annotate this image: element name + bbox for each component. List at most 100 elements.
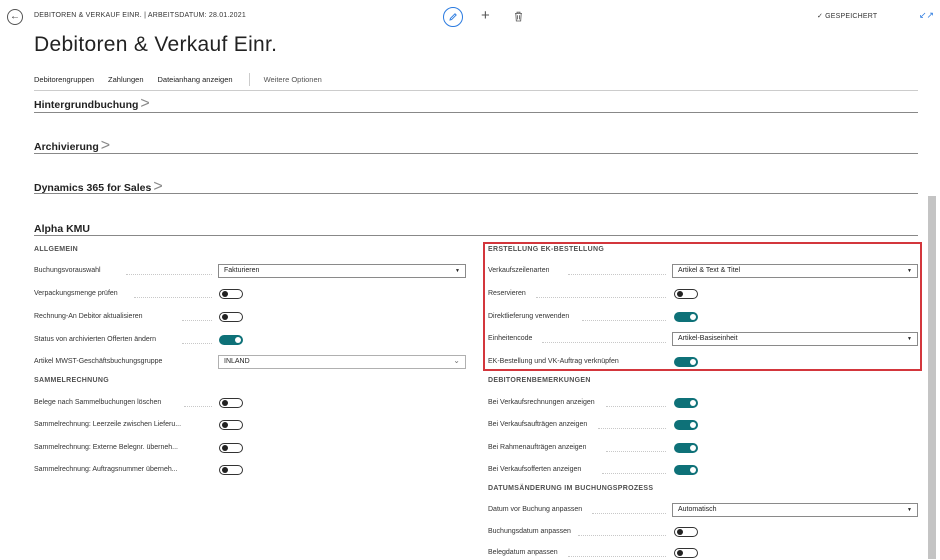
field-verpackungsmenge-pruefen: Verpackungsmenge prüfen (34, 287, 466, 301)
rechnung-an-toggle[interactable] (219, 312, 243, 322)
datum-vor-buchung-select[interactable]: Automatisch ▼ (672, 503, 918, 517)
field-label: Verpackungsmenge prüfen (34, 290, 118, 297)
field-verkaufsrechnungen: Bei Verkaufsrechnungen anzeigen (488, 396, 918, 410)
collapse-icon[interactable]: ↙↗ (919, 10, 934, 21)
group-title-sammelrechnung: SAMMELRECHNUNG (34, 377, 109, 384)
buchungsvorauswahl-select[interactable]: Fakturieren ▼ (218, 264, 466, 278)
fasttab-divider (34, 153, 918, 154)
toggle-knob (690, 467, 696, 473)
select-value: Automatisch (678, 506, 717, 513)
rahmenauftraegen-toggle[interactable] (674, 443, 698, 453)
chevron-right-icon: > (100, 137, 111, 154)
chevron-down-icon: ⌄ (453, 356, 460, 365)
verkaufsauftraegen-toggle[interactable] (674, 420, 698, 430)
dotted-leader (184, 405, 212, 407)
fasttab-divider (34, 193, 918, 194)
fasttab-title: Archivierung (34, 141, 99, 153)
field-label: Bei Rahmenaufträgen anzeigen (488, 444, 587, 451)
field-label: Belege nach Sammelbuchungen löschen (34, 399, 162, 406)
fasttab-hintergrundbuchung[interactable]: Hintergrundbuchung > (34, 95, 918, 113)
field-label: Datum vor Buchung anpassen (488, 506, 583, 513)
toggle-knob (677, 550, 683, 556)
verpackungsmenge-toggle[interactable] (219, 289, 243, 299)
action-separator (248, 72, 250, 86)
breadcrumb: DEBITOREN & VERKAUF EINR. | ARBEITSDATUM… (34, 12, 246, 19)
dotted-leader (606, 450, 666, 452)
top-bar: ← DEBITOREN & VERKAUF EINR. | ARBEITSDAT… (0, 0, 940, 32)
dotted-leader (126, 273, 212, 275)
dotted-leader (568, 555, 666, 557)
group-title-allgemein: ALLGEMEIN (34, 246, 78, 253)
field-buchungsdatum-anpassen: Buchungsdatum anpassen (488, 525, 918, 539)
fasttab-title: Alpha KMU (34, 223, 90, 235)
toggle-knob (222, 422, 228, 428)
check-icon: ✓ (817, 13, 824, 20)
group-title-debitorenbemerkungen: DEBITORENBEMERKUNGEN (488, 377, 591, 384)
externe-belegnr-toggle[interactable] (219, 443, 243, 453)
verkaufsrechnungen-toggle[interactable] (674, 398, 698, 408)
buchungsdatum-toggle[interactable] (674, 527, 698, 537)
belege-loeschen-toggle[interactable] (219, 398, 243, 408)
field-buchungsvorauswahl: Buchungsvorauswahl Fakturieren ▼ (34, 264, 466, 278)
field-artikel-mwst: Artikel MWST-Geschäftsbuchungsgruppe INL… (34, 355, 466, 369)
fasttab-alpha-kmu[interactable]: Alpha KMU (34, 219, 918, 237)
vertical-scrollbar[interactable] (928, 196, 936, 559)
dotted-leader (592, 512, 666, 514)
toggle-knob (222, 400, 228, 406)
back-arrow-icon[interactable]: ← (7, 9, 23, 25)
edit-pencil-icon[interactable] (443, 7, 463, 27)
dotted-leader (182, 342, 212, 344)
action-weitere-optionen[interactable]: Weitere Optionen (264, 75, 322, 84)
toggle-knob (222, 291, 228, 297)
verkaufsofferten-toggle[interactable] (674, 465, 698, 475)
field-rechnung-an-debitor: Rechnung-An Debitor aktualisieren (34, 310, 466, 324)
field-status-archivierte-offerten: Status von archivierten Offerten ändern (34, 333, 466, 347)
chevron-right-icon: > (140, 95, 150, 112)
status-offerten-toggle[interactable] (219, 335, 243, 345)
field-label: Bei Verkaufsrechnungen anzeigen (488, 399, 595, 406)
toggle-knob (222, 467, 228, 473)
action-zahlungen[interactable]: Zahlungen (108, 75, 143, 84)
dotted-leader (598, 427, 666, 429)
dotted-leader (578, 534, 666, 536)
dotted-leader (182, 319, 212, 321)
leerzeile-toggle[interactable] (219, 420, 243, 430)
dotted-leader (134, 296, 212, 298)
belegdatum-toggle[interactable] (674, 548, 698, 558)
select-value: Fakturieren (224, 267, 260, 274)
action-bar: Debitorengruppen Zahlungen Dateianhang a… (34, 72, 322, 86)
field-belege-loeschen: Belege nach Sammelbuchungen löschen (34, 396, 466, 410)
toggle-knob (235, 337, 241, 343)
highlight-frame (483, 242, 922, 371)
fasttab-divider (34, 112, 918, 113)
trash-icon[interactable] (514, 9, 523, 27)
field-label: Sammelrechnung: Leerzeile zwischen Liefe… (34, 421, 182, 428)
plus-icon[interactable]: + (481, 7, 490, 25)
field-auftragsnummer: Sammelrechnung: Auftragsnummer überneh..… (34, 463, 466, 477)
field-leerzeile: Sammelrechnung: Leerzeile zwischen Liefe… (34, 418, 466, 432)
fasttab-archivierung[interactable]: Archivierung > (34, 137, 918, 155)
toggle-knob (677, 529, 683, 535)
field-label: Status von archivierten Offerten ändern (34, 336, 157, 343)
mwst-lookup[interactable]: INLAND ⌄ (218, 355, 466, 369)
page-title: Debitoren & Verkauf Einr. (34, 33, 278, 56)
action-debitorengruppen[interactable]: Debitorengruppen (34, 75, 94, 84)
action-bar-divider (34, 90, 918, 91)
toggle-knob (690, 422, 696, 428)
saved-status: ✓ GESPEICHERT (817, 12, 877, 20)
field-verkaufsauftraegen: Bei Verkaufsaufträgen anzeigen (488, 418, 918, 432)
field-label: Buchungsdatum anpassen (488, 528, 571, 535)
toggle-knob (222, 314, 228, 320)
dotted-leader (606, 405, 666, 407)
fasttab-dynamics-365[interactable]: Dynamics 365 for Sales > (34, 178, 918, 196)
field-label: Bei Verkaufsaufträgen anzeigen (488, 421, 588, 428)
toggle-knob (690, 445, 696, 451)
dotted-leader (602, 472, 666, 474)
saved-label: GESPEICHERT (825, 13, 878, 20)
field-verkaufsofferten: Bei Verkaufsofferten anzeigen (488, 463, 918, 477)
field-label: Sammelrechnung: Auftragsnummer überneh..… (34, 466, 178, 473)
auftragsnummer-toggle[interactable] (219, 465, 243, 475)
action-dateianhang-anzeigen[interactable]: Dateianhang anzeigen (158, 75, 233, 84)
field-label: Buchungsvorauswahl (34, 267, 101, 274)
fasttab-title: Hintergrundbuchung (34, 99, 139, 111)
